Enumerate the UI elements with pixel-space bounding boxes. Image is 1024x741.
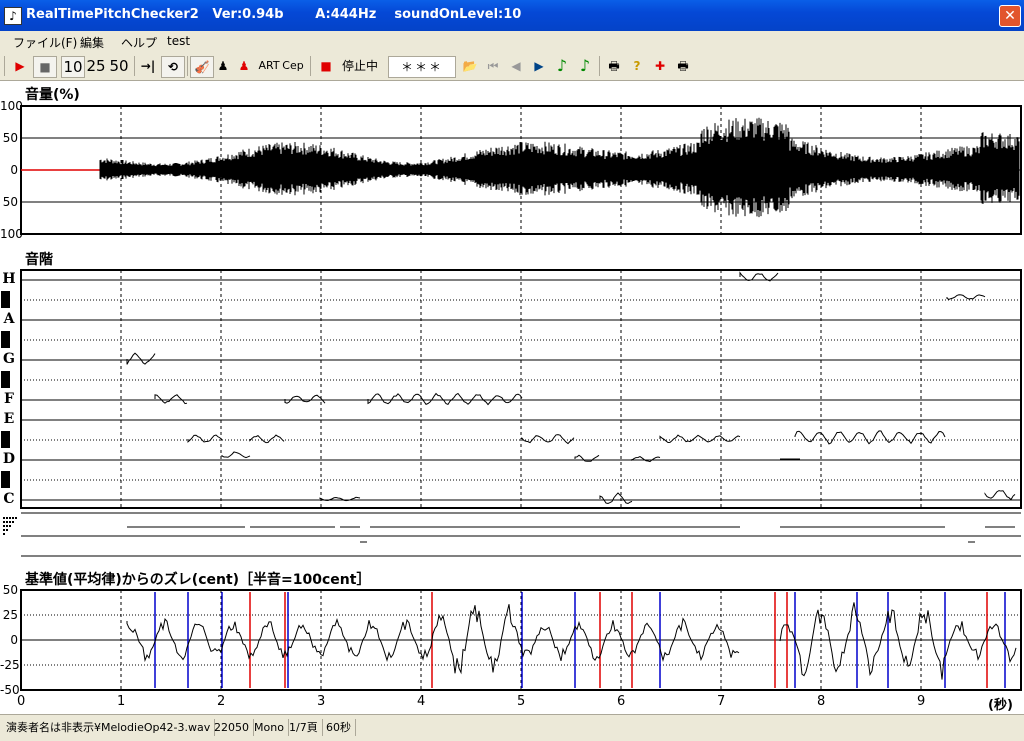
note-strip — [3, 512, 1021, 557]
violin-icon[interactable]: 🎻 — [190, 56, 214, 78]
volume-title: 音量(%) — [25, 87, 80, 103]
note-label-c: C — [1, 491, 17, 508]
cep-button[interactable]: Cep — [282, 56, 304, 76]
title-bar: ♪ RealTimePitchChecker2 Ver:0.94b A:444H… — [0, 0, 1024, 31]
record-stop-icon[interactable]: ■ — [316, 56, 336, 76]
strip-dot — [6, 525, 8, 527]
menu-bar: ファイル(F) 編集 ヘルプ test — [0, 31, 1024, 52]
strip-dot — [6, 521, 8, 523]
deviation-tick: 0 — [10, 633, 18, 647]
x-tick: 3 — [317, 694, 326, 709]
player-icon[interactable]: ♟ — [214, 56, 232, 76]
stop-button[interactable]: ■ — [33, 56, 57, 78]
skip-end-button[interactable]: →| — [138, 56, 158, 76]
note-alt-icon[interactable]: ♪ — [575, 56, 595, 76]
strip-dot — [3, 521, 5, 523]
toolbar: ▶ ■ 10 25 50 →| ⟲ 🎻 ♟ ♟ ART Cep ■ 停止中 ＊＊… — [0, 53, 1024, 81]
volume-tick: 50 — [2, 195, 18, 209]
deviation-title: 基準値(平均律)からのズレ(cent)［半音=100cent］ — [25, 572, 371, 588]
volume-tick: 100 — [0, 99, 23, 113]
black-key — [1, 331, 10, 348]
note-label-e: E — [1, 411, 17, 428]
status-duration: 60秒 — [322, 719, 356, 736]
window-title: RealTimePitchChecker2 Ver:0.94b A:444Hz … — [26, 7, 522, 22]
volume-tick: 100 — [0, 227, 23, 241]
loop-button[interactable]: ⟲ — [161, 56, 185, 78]
deviation-tick: 50 — [2, 583, 18, 597]
status-filename: 演奏者名は非表示¥MelodieOp42-3.wav — [2, 719, 216, 736]
status-page: 1/7頁 — [285, 719, 323, 736]
strip-dot — [9, 517, 11, 519]
note-label-g: G — [1, 351, 17, 368]
play-button[interactable]: ▶ — [10, 56, 30, 76]
open-folder-icon[interactable]: 📂 — [460, 56, 480, 76]
x-tick: 5 — [517, 694, 526, 709]
x-tick: 8 — [817, 694, 826, 709]
print-icon[interactable]: 🖶 — [604, 56, 624, 76]
analysis-panels: 音量(%) 100 50 0 50 100 音階 H A G F E D C 基… — [0, 81, 1024, 714]
status-samplerate: 22050 — [210, 719, 254, 736]
black-key — [1, 371, 10, 388]
strip-dot — [12, 517, 14, 519]
note-display: ＊＊＊ — [388, 56, 456, 78]
strip-dot — [6, 529, 8, 531]
first-page-icon[interactable]: ⏮ — [483, 56, 503, 76]
plot-canvas — [3, 105, 1022, 691]
scale-frame — [20, 269, 1022, 509]
status-bar: 演奏者名は非表示¥MelodieOp42-3.wav 22050 Mono 1/… — [0, 714, 1024, 741]
x-tick: 0 — [17, 694, 26, 709]
strip-dot — [9, 525, 11, 527]
black-key — [1, 431, 10, 448]
note-label-f: F — [1, 391, 17, 408]
note-icon[interactable]: ♪ — [552, 56, 572, 76]
x-tick: 6 — [617, 694, 626, 709]
deviation-tick: -50 — [0, 683, 20, 697]
note-label-a: A — [1, 311, 17, 328]
strip-dot — [3, 517, 5, 519]
menu-test[interactable]: test — [167, 34, 190, 48]
strip-dot — [3, 533, 5, 535]
x-tick: 4 — [417, 694, 426, 709]
strip-dot — [9, 521, 11, 523]
strip-dot — [3, 529, 5, 531]
status-label: 停止中 — [341, 59, 378, 73]
player-red-icon[interactable]: ♟ — [235, 56, 253, 76]
black-key — [1, 471, 10, 488]
help-icon[interactable]: ? — [627, 56, 647, 76]
deviation-tick: -25 — [0, 658, 20, 672]
volume-tick: 0 — [10, 163, 18, 177]
menu-file[interactable]: ファイル(F) — [13, 34, 77, 51]
black-key — [1, 291, 10, 308]
next-page-icon[interactable]: ▶ — [529, 56, 549, 76]
strip-dot — [12, 521, 14, 523]
speed-10-button[interactable]: 10 — [61, 56, 85, 78]
music-note-icon: ♪ — [4, 7, 22, 25]
menu-edit[interactable]: 編集 — [80, 34, 104, 51]
x-tick: 1 — [117, 694, 126, 709]
x-unit: (秒) — [988, 698, 1013, 713]
note-label-h: H — [1, 271, 17, 288]
speed-25-button[interactable]: 25 — [85, 56, 107, 76]
art-button[interactable]: ART — [258, 56, 280, 76]
close-button[interactable]: ✕ — [999, 5, 1021, 27]
speed-50-button[interactable]: 50 — [108, 56, 130, 76]
x-tick: 2 — [217, 694, 226, 709]
x-tick: 7 — [717, 694, 726, 709]
prev-page-icon[interactable]: ◀ — [506, 56, 526, 76]
strip-dot — [3, 525, 5, 527]
print-alt-icon[interactable]: 🖶 — [673, 56, 693, 76]
menu-help[interactable]: ヘルプ — [121, 34, 157, 51]
note-label-d: D — [1, 451, 17, 468]
x-tick: 9 — [917, 694, 926, 709]
strip-dot — [6, 517, 8, 519]
strip-dot — [15, 517, 17, 519]
scale-title: 音階 — [25, 252, 53, 268]
status-channels: Mono — [250, 719, 289, 736]
marker-icon[interactable]: ✚ — [650, 56, 670, 76]
deviation-tick: 25 — [2, 608, 18, 622]
volume-tick: 50 — [2, 131, 18, 145]
